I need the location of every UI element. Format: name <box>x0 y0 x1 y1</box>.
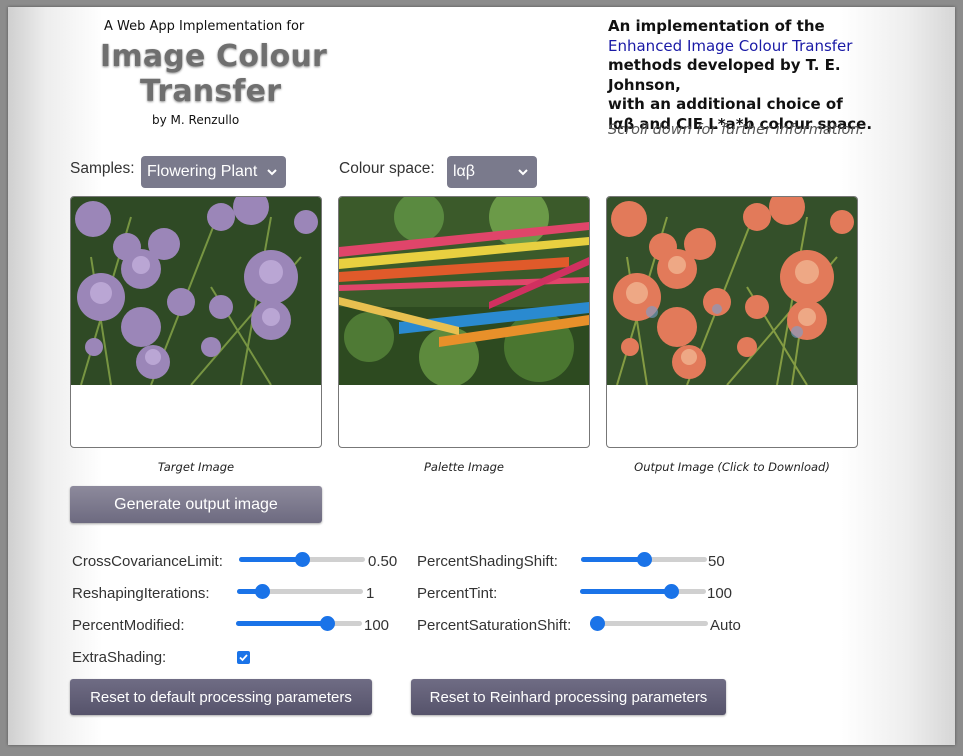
percent-modified-label: PercentModified: <box>72 617 185 634</box>
palette-image-caption: Palette Image <box>423 460 505 474</box>
target-image <box>71 197 321 385</box>
slider-fill <box>580 589 671 594</box>
colour-space-select[interactable]: lαβ <box>447 156 537 188</box>
app-title-line2: Transfer <box>140 74 282 109</box>
target-image-caption: Target Image <box>157 460 235 474</box>
app-panel: A Web App Implementation for Image Colou… <box>8 7 955 745</box>
slider-fill <box>239 557 302 562</box>
description-line1: An implementation of the <box>608 17 825 35</box>
slider-thumb[interactable] <box>637 552 652 567</box>
reset-default-button[interactable]: Reset to default processing parameters <box>70 679 372 715</box>
app-title-line1: Image Colour <box>100 39 328 74</box>
slider-fill <box>581 557 644 562</box>
chevron-down-icon <box>518 169 528 176</box>
description-line3: methods developed by T. E. Johnson, <box>608 56 841 94</box>
description-line4: with an additional choice of <box>608 95 843 113</box>
palette-image <box>339 197 589 385</box>
reshaping-iterations-value: 1 <box>366 585 375 602</box>
samples-select-value: Flowering Plant <box>147 163 258 180</box>
author-byline: by M. Renzullo <box>152 113 240 127</box>
reshaping-iterations-label: ReshapingIterations: <box>72 585 210 602</box>
generate-output-button[interactable]: Generate output image <box>70 486 322 523</box>
cross-covariance-value: 0.50 <box>368 553 398 570</box>
slider-thumb[interactable] <box>255 584 271 599</box>
percent-shading-shift-slider[interactable] <box>581 552 707 567</box>
percent-tint-label: PercentTint: <box>417 585 498 602</box>
cross-covariance-slider[interactable] <box>239 552 365 567</box>
percent-saturation-shift-slider[interactable] <box>590 616 708 631</box>
slider-fill <box>236 621 327 626</box>
percent-shading-shift-value: 50 <box>708 553 725 570</box>
percent-tint-slider[interactable] <box>580 584 706 599</box>
colour-space-select-value: lαβ <box>453 163 476 180</box>
header-subtitle: A Web App Implementation for <box>104 19 305 34</box>
slider-thumb[interactable] <box>319 616 335 631</box>
extra-shading-label: ExtraShading: <box>72 649 167 666</box>
percent-tint-value: 100 <box>707 585 733 602</box>
output-image <box>607 197 857 385</box>
extra-shading-checkbox[interactable] <box>237 651 250 664</box>
percent-modified-slider[interactable] <box>236 616 362 631</box>
chevron-down-icon <box>267 169 277 176</box>
output-image-box[interactable] <box>606 196 858 448</box>
checkmark-icon <box>239 654 248 662</box>
slider-thumb[interactable] <box>295 552 310 567</box>
scroll-hint: Scroll down for further information. <box>608 122 865 138</box>
reset-reinhard-button[interactable]: Reset to Reinhard processing parameters <box>411 679 726 715</box>
slider-thumb[interactable] <box>663 584 679 599</box>
percent-modified-value: 100 <box>364 617 390 634</box>
percent-shading-shift-label: PercentShadingShift: <box>417 553 558 570</box>
palette-image-box[interactable] <box>338 196 590 448</box>
slider-thumb[interactable] <box>590 616 605 631</box>
cross-covariance-label: CrossCovarianceLimit: <box>72 553 223 570</box>
samples-label: Samples: <box>70 160 135 177</box>
percent-saturation-shift-label: PercentSaturationShift: <box>417 617 572 634</box>
enhanced-transfer-link[interactable]: Enhanced Image Colour Transfer <box>608 37 908 57</box>
target-image-box[interactable] <box>70 196 322 448</box>
description: An implementation of the Enhanced Image … <box>608 17 908 134</box>
output-image-caption: Output Image (Click to Download) <box>634 460 830 474</box>
reshaping-iterations-slider[interactable] <box>237 584 363 599</box>
samples-select[interactable]: Flowering Plant <box>141 156 286 188</box>
percent-saturation-shift-value: Auto <box>710 617 741 634</box>
colour-space-label: Colour space: <box>339 160 435 177</box>
